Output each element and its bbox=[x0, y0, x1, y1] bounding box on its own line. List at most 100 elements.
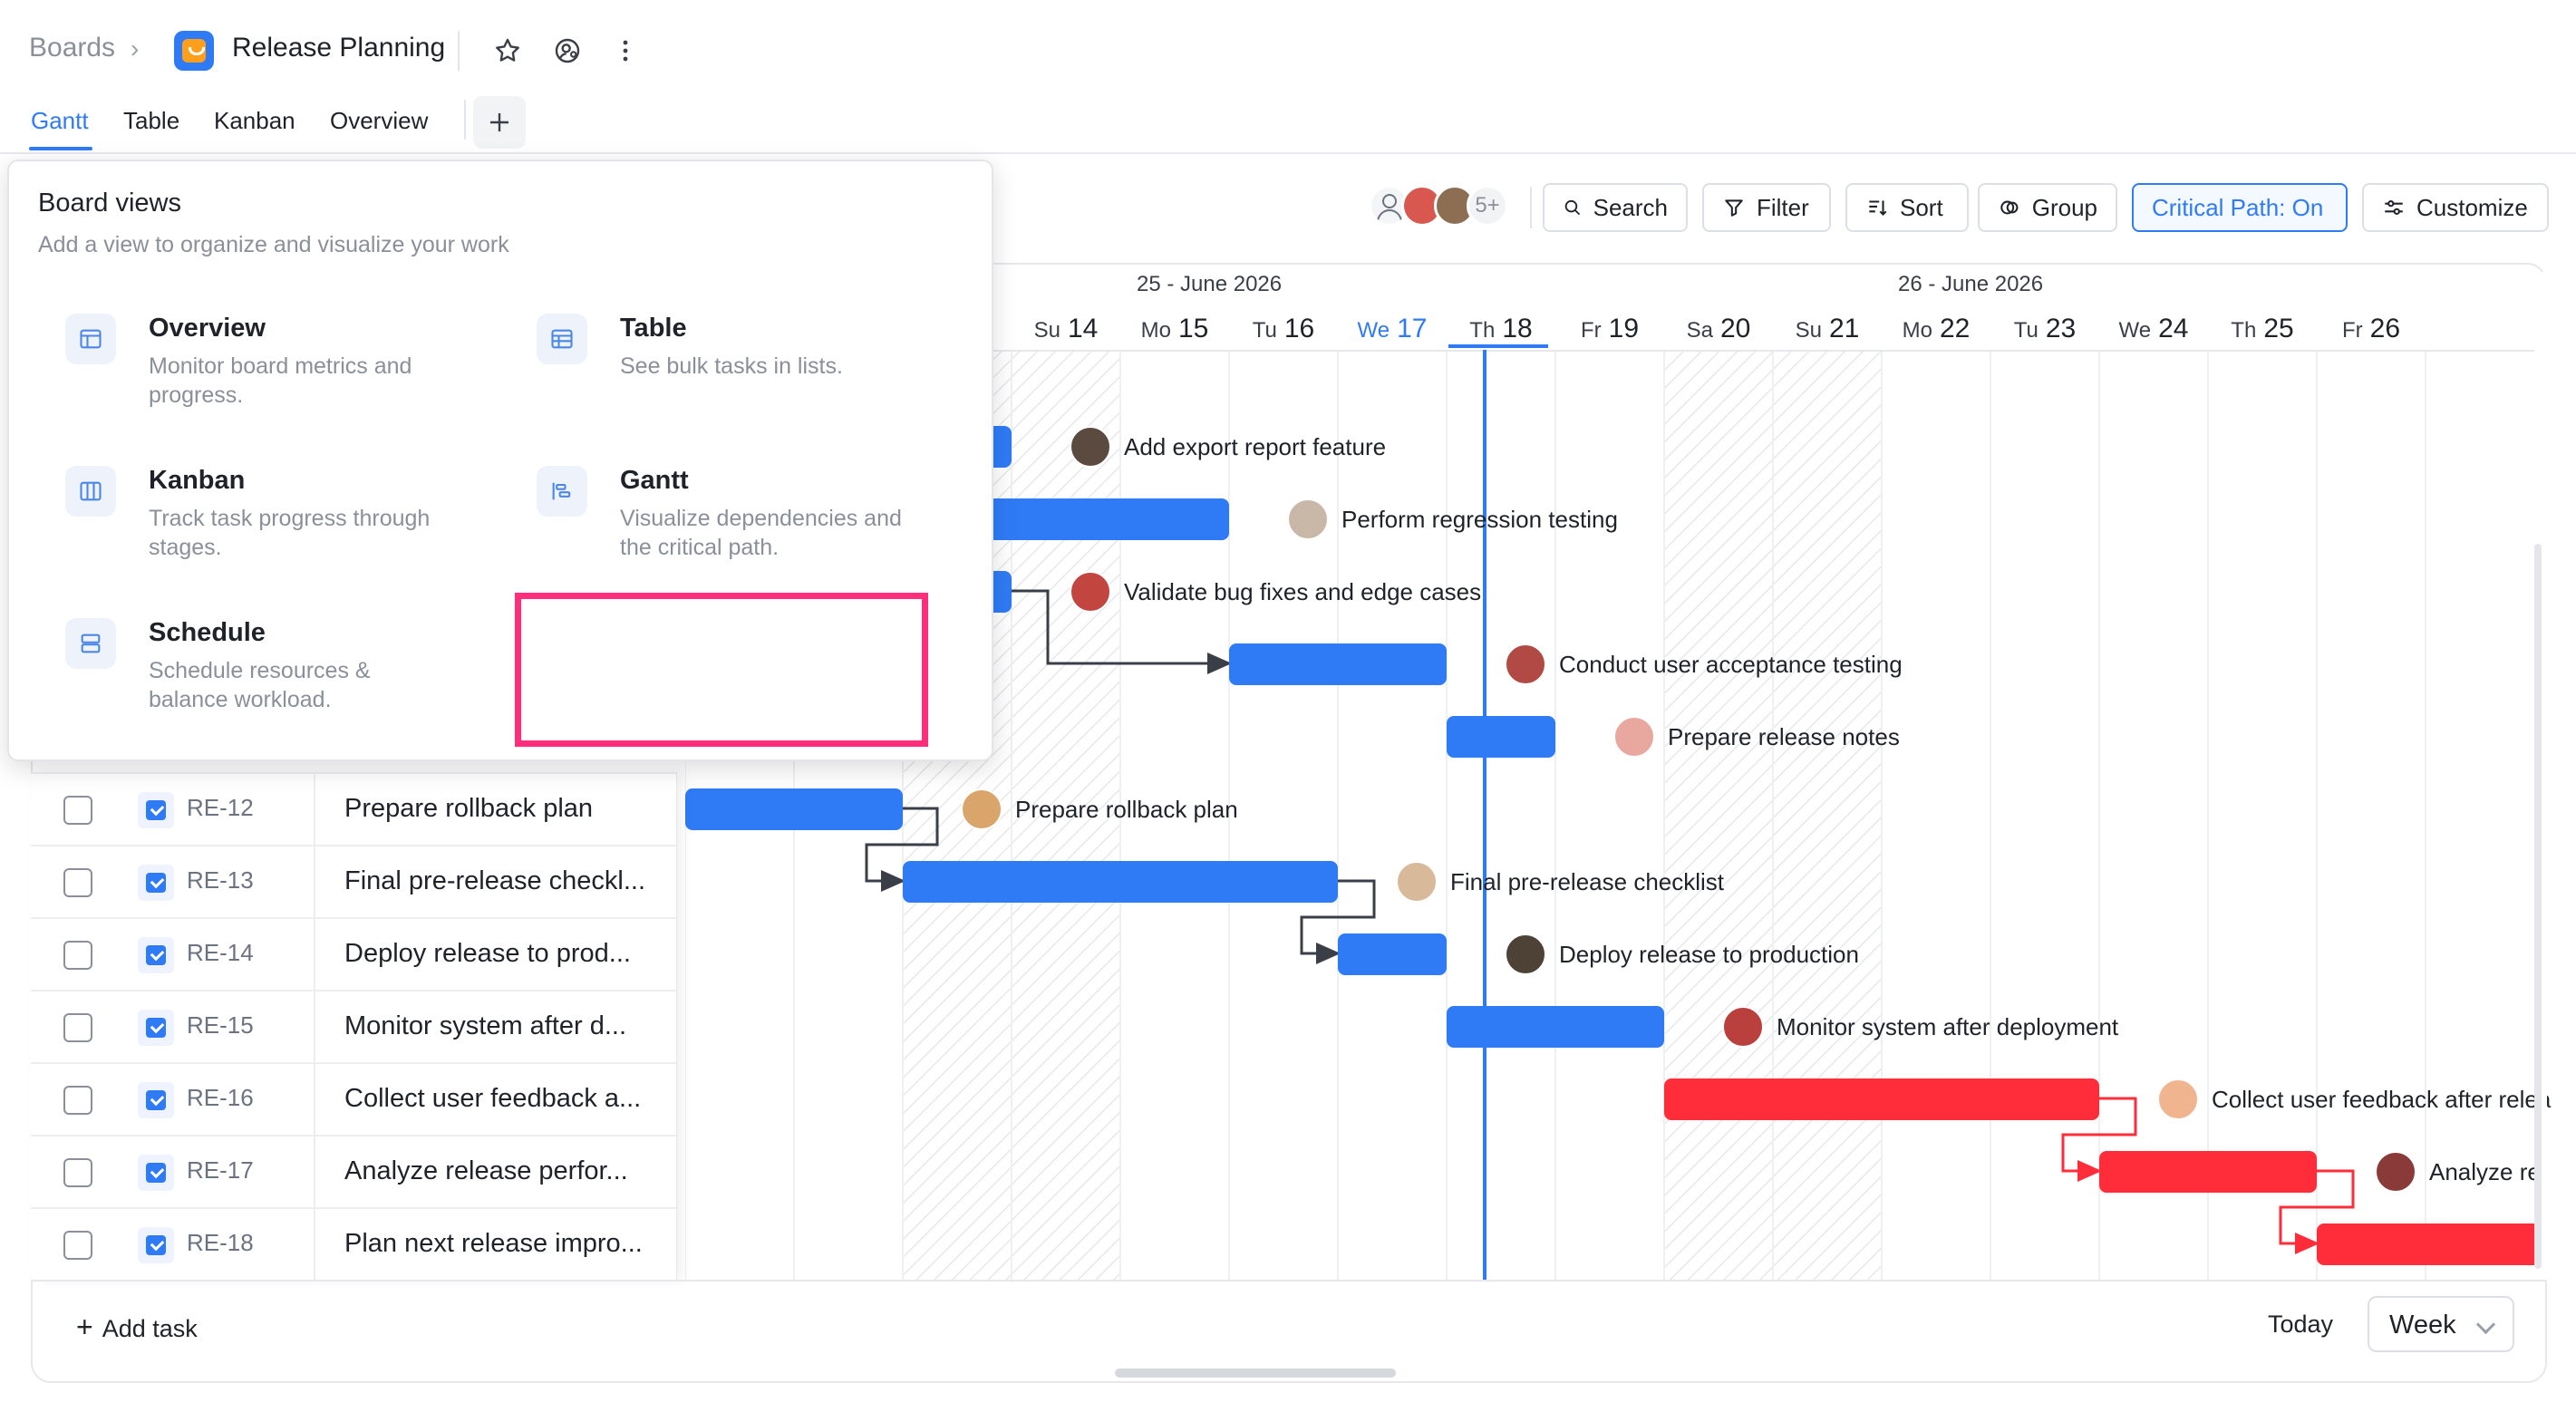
task-name[interactable]: Deploy release to prod... bbox=[344, 939, 631, 969]
task-name[interactable]: Prepare rollback plan bbox=[344, 794, 593, 824]
gantt-bar[interactable] bbox=[1338, 933, 1447, 975]
gantt-task-label: Prepare rollback plan bbox=[961, 788, 1238, 830]
task-table: RE-12 Prepare rollback plan RE-13 Final pre… bbox=[31, 772, 677, 1281]
column-divider bbox=[314, 991, 315, 1064]
task-id: RE-14 bbox=[187, 939, 254, 966]
view-option-name: Gantt bbox=[620, 466, 689, 495]
horizontal-scrollbar[interactable] bbox=[1115, 1368, 1396, 1378]
board-views-popup: Board views Add a view to organize and v… bbox=[7, 160, 993, 761]
task-id: RE-13 bbox=[187, 866, 254, 894]
view-option-schedule[interactable]: Schedule Schedule resources & balance wo… bbox=[16, 618, 451, 754]
avatar bbox=[1722, 1006, 1764, 1048]
schedule-icon bbox=[65, 618, 116, 669]
avatar bbox=[2375, 1151, 2416, 1193]
gantt-bar-critical[interactable] bbox=[2317, 1223, 2534, 1265]
gantt-task-label: Analyze re bbox=[2375, 1151, 2541, 1193]
gantt-bar[interactable] bbox=[1447, 1006, 1664, 1048]
gantt-task-label: Prepare release notes bbox=[1613, 716, 1900, 758]
popup-subtitle: Add a view to organize and visualize you… bbox=[38, 232, 509, 257]
view-option-desc: Schedule resources & balance workload. bbox=[149, 658, 371, 712]
gantt-task-label: Add export report feature bbox=[1070, 426, 1386, 468]
task-id: RE-12 bbox=[187, 794, 254, 821]
column-divider bbox=[314, 919, 315, 991]
table-row[interactable]: RE-17 Analyze release perfor... bbox=[31, 1135, 676, 1209]
table-icon bbox=[537, 314, 587, 364]
table-row[interactable]: RE-14 Deploy release to prod... bbox=[31, 917, 676, 991]
gantt-bar[interactable] bbox=[685, 788, 903, 830]
add-task-button[interactable]: + Add task bbox=[76, 1310, 198, 1344]
gantt-bar[interactable] bbox=[1229, 643, 1447, 685]
table-row[interactable]: RE-12 Prepare rollback plan bbox=[31, 772, 676, 846]
column-divider bbox=[314, 846, 315, 919]
gantt-task-label: Perform regression testing bbox=[1287, 498, 1618, 540]
avatar bbox=[1396, 861, 1438, 903]
task-name[interactable]: Monitor system after d... bbox=[344, 1011, 626, 1041]
task-id: RE-15 bbox=[187, 1011, 254, 1039]
today-button[interactable]: Today bbox=[2268, 1310, 2333, 1339]
avatar bbox=[1287, 498, 1329, 540]
table-row[interactable]: RE-16 Collect user feedback a... bbox=[31, 1062, 676, 1136]
view-option-table[interactable]: Table See bulk tasks in lists. bbox=[488, 314, 923, 450]
task-name[interactable]: Plan next release impro... bbox=[344, 1229, 643, 1259]
row-select-checkbox[interactable] bbox=[63, 941, 92, 970]
row-select-checkbox[interactable] bbox=[63, 1013, 92, 1042]
view-option-overview[interactable]: Overview Monitor board metrics and progr… bbox=[16, 314, 451, 450]
view-option-gantt[interactable]: Gantt Visualize dependencies and the cri… bbox=[488, 466, 923, 602]
table-row[interactable]: RE-13 Final pre-release checkl... bbox=[31, 845, 676, 919]
view-option-name: Overview bbox=[149, 314, 266, 343]
avatar bbox=[1505, 933, 1546, 975]
view-option-desc: Visualize dependencies and the critical … bbox=[620, 506, 902, 560]
avatar bbox=[1070, 571, 1111, 613]
task-name[interactable]: Analyze release perfor... bbox=[344, 1156, 628, 1186]
gantt-bar[interactable] bbox=[961, 498, 1229, 540]
gantt-bar-critical[interactable] bbox=[2099, 1151, 2317, 1193]
task-id: RE-18 bbox=[187, 1229, 254, 1256]
gantt-task-label: Conduct user acceptance testing bbox=[1505, 643, 1903, 685]
row-select-checkbox[interactable] bbox=[63, 1086, 92, 1115]
avatar bbox=[2157, 1078, 2199, 1120]
task-type-icon bbox=[138, 1082, 174, 1118]
view-option-desc: Monitor board metrics and progress. bbox=[149, 353, 412, 408]
vertical-scrollbar[interactable] bbox=[2534, 544, 2542, 1269]
row-select-checkbox[interactable] bbox=[63, 796, 92, 825]
row-select-checkbox[interactable] bbox=[63, 1231, 92, 1260]
view-option-kanban[interactable]: Kanban Track task progress through stage… bbox=[16, 466, 451, 602]
column-divider bbox=[314, 1064, 315, 1136]
column-divider bbox=[314, 774, 315, 846]
overview-icon bbox=[65, 314, 116, 364]
gantt-bar[interactable] bbox=[903, 861, 1338, 903]
view-option-name: Kanban bbox=[149, 466, 246, 495]
task-type-icon bbox=[138, 1227, 174, 1263]
task-id: RE-16 bbox=[187, 1084, 254, 1111]
footer-divider bbox=[31, 1280, 2547, 1281]
avatar bbox=[1613, 716, 1655, 758]
chevron-down-icon bbox=[2475, 1314, 2496, 1335]
gantt-option-highlight bbox=[515, 593, 928, 747]
view-option-name: Schedule bbox=[149, 618, 266, 647]
table-row[interactable]: RE-18 Plan next release impro... bbox=[31, 1207, 676, 1281]
task-type-icon bbox=[138, 1010, 174, 1046]
gantt-bar[interactable] bbox=[1447, 716, 1555, 758]
task-type-icon bbox=[138, 937, 174, 973]
row-select-checkbox[interactable] bbox=[63, 1158, 92, 1187]
gantt-bar-critical[interactable] bbox=[1664, 1078, 2099, 1120]
task-name[interactable]: Final pre-release checkl... bbox=[344, 866, 645, 896]
kanban-icon bbox=[65, 466, 116, 517]
task-type-icon bbox=[138, 865, 174, 901]
plus-icon: + bbox=[76, 1310, 93, 1343]
gantt-task-label: Validate bug fixes and edge cases bbox=[1070, 571, 1481, 613]
view-option-name: Table bbox=[620, 314, 687, 343]
row-select-checkbox[interactable] bbox=[63, 868, 92, 897]
view-option-desc: See bulk tasks in lists. bbox=[620, 353, 843, 379]
table-row[interactable]: RE-15 Monitor system after d... bbox=[31, 990, 676, 1064]
avatar bbox=[1505, 643, 1546, 685]
gantt-task-label: Collect user feedback after relea bbox=[2157, 1078, 2551, 1120]
view-option-desc: Track task progress through stages. bbox=[149, 506, 431, 560]
today-marker bbox=[1483, 350, 1487, 1280]
task-type-icon bbox=[138, 1155, 174, 1191]
gantt-task-label: Monitor system after deployment bbox=[1722, 1006, 2118, 1048]
task-id: RE-17 bbox=[187, 1156, 254, 1184]
column-divider bbox=[314, 1209, 315, 1281]
task-name[interactable]: Collect user feedback a... bbox=[344, 1084, 641, 1114]
timescale-select[interactable]: Week bbox=[2368, 1296, 2514, 1352]
